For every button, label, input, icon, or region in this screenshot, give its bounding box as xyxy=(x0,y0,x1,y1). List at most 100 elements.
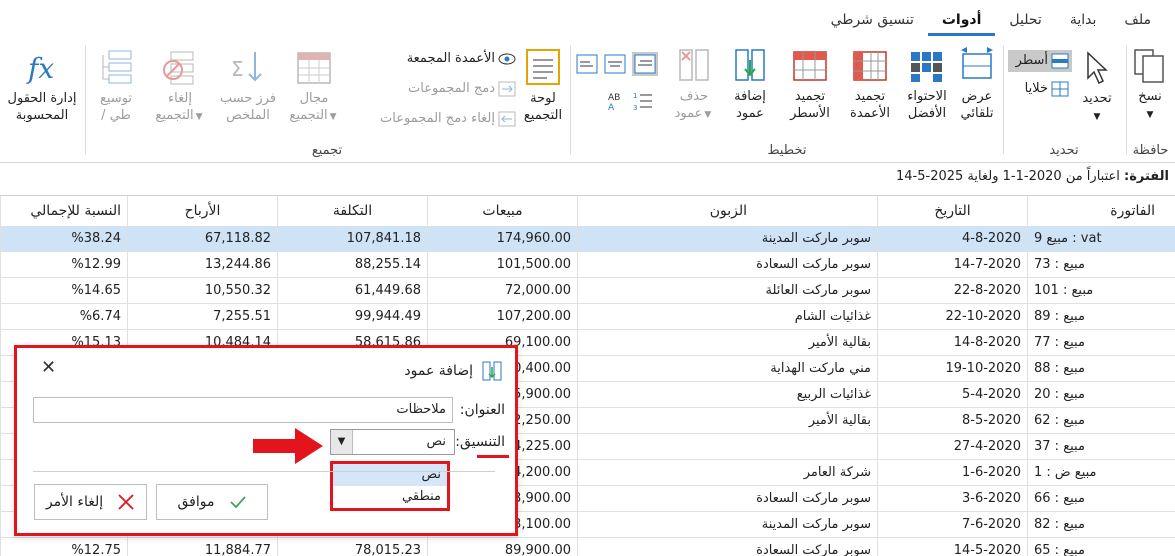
cell-customer[interactable]: سوبر ماركت المدينة xyxy=(577,512,877,538)
cell-date[interactable]: 22-8-2020 xyxy=(877,278,1027,304)
cancel-button[interactable]: إلغاء الأمر xyxy=(34,484,147,520)
cell-date[interactable]: 27-4-2020 xyxy=(877,434,1027,460)
cell-profit[interactable]: 67,118.82 xyxy=(127,226,277,252)
cell-sales[interactable]: 174,960.00 xyxy=(427,226,577,252)
cell-invoice[interactable]: مبيع : 66 xyxy=(1027,486,1175,512)
cell-invoice[interactable]: مبيع : 89 xyxy=(1027,304,1175,330)
header-cost[interactable]: التكلفة xyxy=(277,196,427,226)
cell-profit[interactable]: 10,550.32 xyxy=(127,278,277,304)
cell-invoice[interactable]: مبيع : 77 xyxy=(1027,330,1175,356)
cell-customer[interactable]: شركة العامر xyxy=(577,460,877,486)
cell-invoice[interactable]: مبيع : 20 xyxy=(1027,382,1175,408)
tab-file[interactable]: ملف xyxy=(1110,10,1165,36)
table-row[interactable]: مبيع : 89 22-10-2020 غذائيات الشام 107,200.… xyxy=(0,304,1175,330)
align-left-icon[interactable] xyxy=(576,54,598,74)
delete-column-button[interactable]: حذف عمود ▼ xyxy=(670,46,718,124)
cell-date[interactable]: 5-4-2020 xyxy=(877,382,1027,408)
tab-tools[interactable]: أدوات xyxy=(927,10,996,36)
select-rows-button[interactable]: أسطر xyxy=(1008,50,1072,72)
best-fit-button[interactable]: الاحتواء الأفضل xyxy=(902,46,952,122)
freeze-rows-button[interactable]: تجميد الأسطر xyxy=(782,46,838,122)
cell-invoice[interactable]: مبيع 9 : vat xyxy=(1027,226,1175,252)
group-range-button[interactable]: مجال التجميع ▼ xyxy=(286,48,342,126)
format-option-boolean[interactable]: منطقي xyxy=(333,486,447,508)
cell-invoice[interactable]: مبيع : 62 xyxy=(1027,408,1175,434)
cell-customer[interactable]: غذائيات الربيع xyxy=(577,382,877,408)
align-center-icon[interactable] xyxy=(604,54,626,74)
cell-invoice[interactable]: مبيع : 82 xyxy=(1027,512,1175,538)
cell-invoice[interactable]: مبيع : 88 xyxy=(1027,356,1175,382)
close-icon[interactable]: ✕ xyxy=(41,357,56,378)
cell-customer[interactable]: غذائيات الشام xyxy=(577,304,877,330)
header-customer[interactable]: الزبون xyxy=(577,196,877,226)
align-right-icon[interactable] xyxy=(632,52,658,76)
select-cells-button[interactable]: خلايا xyxy=(1008,78,1072,100)
cell-date[interactable]: 8-5-2020 xyxy=(877,408,1027,434)
header-sales[interactable]: مبيعات xyxy=(427,196,577,226)
cell-sales[interactable]: 101,500.00 xyxy=(427,252,577,278)
cell-invoice[interactable]: مبيع : 65 xyxy=(1027,538,1175,556)
freeze-columns-button[interactable]: تجميد الأعمدة xyxy=(842,46,898,122)
cell-date[interactable]: 3-6-2020 xyxy=(877,486,1027,512)
cell-customer[interactable]: مني ماركت الهداية xyxy=(577,356,877,382)
format-select[interactable]: نص ▼ xyxy=(330,429,455,455)
title-field[interactable]: ملاحظات xyxy=(33,397,453,423)
cell-invoice[interactable]: مبيع : 101 xyxy=(1027,278,1175,304)
cell-date[interactable]: 14-7-2020 xyxy=(877,252,1027,278)
table-row[interactable]: مبيع : 101 22-8-2020 سوبر ماركت العائلة 72,… xyxy=(0,278,1175,304)
cell-profit[interactable]: 13,244.86 xyxy=(127,252,277,278)
table-row[interactable]: مبيع : 73 14-7-2020 سوبر ماركت السعادة 101,… xyxy=(0,252,1175,278)
cell-pct[interactable]: %38.24 xyxy=(0,226,127,252)
cell-customer[interactable]: سوبر ماركت العائلة xyxy=(577,278,877,304)
tab-analysis[interactable]: تحليل xyxy=(995,10,1055,36)
cell-sales[interactable]: 89,900.00 xyxy=(427,538,577,556)
auto-width-button[interactable]: عرض تلقائي xyxy=(954,46,1000,122)
header-date[interactable]: التاريخ xyxy=(877,196,1027,226)
cell-sales[interactable]: 107,200.00 xyxy=(427,304,577,330)
table-row[interactable]: مبيع : 65 14-5-2020 سوبر ماركت السعادة 89,9… xyxy=(0,538,1175,556)
numbered-list-icon[interactable]: 13 xyxy=(632,90,654,112)
cell-cost[interactable]: 61,449.68 xyxy=(277,278,427,304)
group-panel-button[interactable]: لوحة التجميع xyxy=(518,48,568,124)
cell-date[interactable]: 1-6-2020 xyxy=(877,460,1027,486)
cell-pct[interactable]: %14.65 xyxy=(0,278,127,304)
cell-date[interactable]: 14-8-2020 xyxy=(877,330,1027,356)
cell-profit[interactable]: 7,255.51 xyxy=(127,304,277,330)
manage-calculated-fields-button[interactable]: fx إدارة الحقول المحسوبة xyxy=(2,48,82,124)
cell-cost[interactable]: 78,015.23 xyxy=(277,538,427,556)
cell-date[interactable]: 22-10-2020 xyxy=(877,304,1027,330)
cell-date[interactable]: 4-8-2020 xyxy=(877,226,1027,252)
grouped-columns-button[interactable]: الأعمدة المجمعة xyxy=(407,48,516,70)
cell-date[interactable]: 7-6-2020 xyxy=(877,512,1027,538)
cell-customer[interactable]: بقالية الأمير xyxy=(577,408,877,434)
cell-pct[interactable]: %6.74 xyxy=(0,304,127,330)
cell-sales[interactable]: 72,000.00 xyxy=(427,278,577,304)
cell-invoice[interactable]: مبيع : 37 xyxy=(1027,434,1175,460)
cell-cost[interactable]: 88,255.14 xyxy=(277,252,427,278)
table-row[interactable]: مبيع 9 : vat 4-8-2020 سوبر ماركت المدينة 17… xyxy=(0,226,1175,252)
cell-invoice[interactable]: مبيع ض : 1 xyxy=(1027,460,1175,486)
copy-button[interactable]: نسخ ▼ xyxy=(1128,46,1172,124)
cell-cost[interactable]: 107,841.18 xyxy=(277,226,427,252)
sort-az-icon[interactable]: ABA xyxy=(604,90,626,112)
cell-pct[interactable]: %12.99 xyxy=(0,252,127,278)
cell-customer[interactable] xyxy=(577,434,877,460)
header-percent[interactable]: النسبة للإجمالي xyxy=(0,196,127,226)
add-column-button[interactable]: إضافة عمود xyxy=(724,46,776,122)
tab-conditional-format[interactable]: تنسيق شرطي xyxy=(817,10,928,36)
ok-button[interactable]: موافق xyxy=(156,484,268,520)
expand-collapse-button[interactable]: توسيع / طي xyxy=(88,48,144,124)
format-option-text[interactable]: نص xyxy=(333,464,447,486)
sort-by-summary-button[interactable]: Σ فرز حسب الملخص xyxy=(218,48,278,124)
chevron-down-icon[interactable]: ▼ xyxy=(331,430,353,454)
cell-date[interactable]: 14-5-2020 xyxy=(877,538,1027,556)
cell-pct[interactable]: %12.75 xyxy=(0,538,127,556)
unmerge-groups-button[interactable]: إلغاء دمج المجموعات xyxy=(380,108,516,130)
cell-cost[interactable]: 99,944.49 xyxy=(277,304,427,330)
cell-customer[interactable]: بقالية الأمير xyxy=(577,330,877,356)
cell-date[interactable]: 19-10-2020 xyxy=(877,356,1027,382)
header-profit[interactable]: الأرباح xyxy=(127,196,277,226)
merge-groups-button[interactable]: دمج المجموعات xyxy=(408,78,516,100)
cell-profit[interactable]: 11,884.77 xyxy=(127,538,277,556)
header-invoice[interactable]: الفاتورة xyxy=(1027,196,1175,226)
